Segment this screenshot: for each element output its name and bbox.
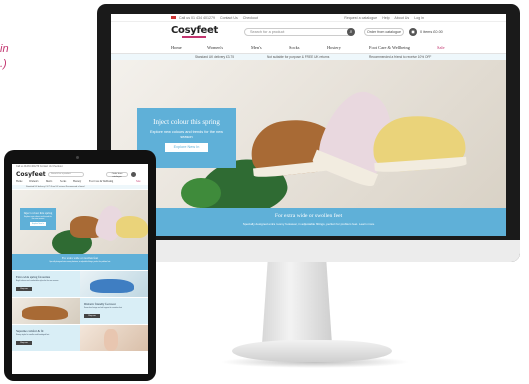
hero-cta-button[interactable]: Explore New In bbox=[165, 143, 208, 152]
hero-title: Inject colour this spring bbox=[153, 118, 220, 126]
promo-refer[interactable]: Recommended a friend to receive 10% OFF bbox=[369, 55, 431, 59]
card-text-block: Diabetic friendly footwear Seam-free lin… bbox=[80, 298, 148, 324]
card-shop-button[interactable]: Shop now bbox=[16, 341, 32, 345]
tablet-card-1[interactable]: Extra wide spring favourites Bright colo… bbox=[12, 271, 148, 297]
tablet-order-button[interactable]: Order from catalogue bbox=[106, 172, 128, 178]
side-caption: in .) bbox=[0, 43, 9, 70]
tablet-nav-socks[interactable]: Socks bbox=[60, 180, 66, 183]
help-link[interactable]: Help bbox=[382, 16, 389, 20]
monitor-stand bbox=[262, 262, 332, 344]
logo-underline bbox=[182, 36, 206, 38]
tablet-promo-bar: Standard UK delivery £3.75 Free UK retur… bbox=[12, 185, 148, 189]
nav-womens[interactable]: Women's bbox=[207, 45, 223, 50]
utility-bar: Call us 01 434 401279 Contact Us Checkou… bbox=[111, 14, 506, 22]
foot-image bbox=[104, 329, 118, 351]
tablet-card-3[interactable]: Supreme comfort & fit Roomy styles for s… bbox=[12, 325, 148, 351]
basket-icon[interactable]: ◼ bbox=[409, 28, 417, 36]
checkout-link[interactable]: Checkout bbox=[243, 16, 258, 20]
nav-footcare[interactable]: Foot Care & Wellbeing bbox=[369, 45, 410, 50]
tablet-hero-title: Inject colour this spring bbox=[23, 211, 53, 215]
card-text: Roomy styles for swollen and bandaged fe… bbox=[16, 334, 50, 336]
login-link[interactable]: Log in bbox=[414, 16, 424, 20]
card-text-block: Extra wide spring favourites Bright colo… bbox=[12, 271, 80, 297]
utility-right: Request a catalogue Help About Us Log in bbox=[344, 16, 428, 20]
camera-icon bbox=[76, 156, 79, 159]
yellow-shoe-image bbox=[116, 216, 148, 238]
catalogue-link[interactable]: Request a catalogue bbox=[344, 16, 377, 20]
card-shop-button[interactable]: Shop now bbox=[16, 287, 32, 291]
tablet-nav-womens[interactable]: Women's bbox=[29, 180, 38, 183]
tablet-basket-icon[interactable] bbox=[131, 172, 136, 177]
card-image bbox=[80, 325, 148, 351]
monitor-screen: Call us 01 434 401279 Contact Us Checkou… bbox=[111, 14, 506, 236]
card-title: Supreme comfort & fit bbox=[16, 329, 44, 333]
tablet-hero-cta[interactable]: Explore New In bbox=[30, 222, 46, 226]
tablet-hero-panel: Inject colour this spring Explore new co… bbox=[20, 208, 56, 230]
tablet-search-input[interactable]: Search for a product bbox=[48, 172, 84, 177]
wide-feet-band: For extra wide or swollen feet Specially… bbox=[111, 208, 506, 236]
nav-socks[interactable]: Socks bbox=[289, 45, 300, 50]
card-title: Extra wide spring favourites bbox=[16, 275, 51, 279]
search-icon[interactable]: ⌕ bbox=[347, 28, 355, 36]
tablet-utility-bar: Call us 01434 401279 Contact Us Checkout bbox=[12, 164, 148, 169]
desktop-monitor: Call us 01 434 401279 Contact Us Checkou… bbox=[97, 4, 520, 262]
main-nav: Home Women's Men's Socks Hosiery Foot Ca… bbox=[111, 44, 506, 53]
tablet-nav-sale[interactable]: Sale bbox=[136, 180, 140, 183]
tablet-band-text: Specially designed extra roomy footwear,… bbox=[49, 262, 111, 263]
promo-delivery[interactable]: Standard UK delivery £3.75 bbox=[195, 55, 234, 59]
uk-flag-icon bbox=[171, 16, 176, 20]
band-title: For extra wide or swollen feet bbox=[274, 213, 343, 219]
promo-returns[interactable]: Not suitable for purpose & FREE UK retur… bbox=[267, 55, 329, 59]
card-text: Bright colours and comfortable styles fo… bbox=[16, 280, 59, 282]
tablet-device: Call us 01434 401279 Contact Us Checkout… bbox=[4, 150, 156, 381]
cosyfeet-logo[interactable]: Cosyfeet bbox=[171, 25, 218, 36]
leaf-image bbox=[181, 178, 221, 208]
card-title: Diabetic friendly footwear bbox=[84, 302, 116, 306]
nav-sale[interactable]: Sale bbox=[437, 45, 445, 50]
site-header: Cosyfeet Search for a product ⌕ Order fr… bbox=[111, 22, 506, 44]
card-image bbox=[80, 271, 148, 297]
monitor-base bbox=[232, 340, 392, 362]
search-input[interactable]: Search for a product bbox=[244, 28, 352, 36]
tablet-util-text: Call us 01434 401279 Contact Us Checkout bbox=[16, 165, 63, 168]
hero-subtitle: Explore new colours and trends for the n… bbox=[149, 130, 224, 139]
phone-number: Call us 01 434 401279 bbox=[179, 15, 215, 20]
nav-home[interactable]: Home bbox=[171, 45, 182, 50]
monitor-chin bbox=[97, 240, 520, 262]
nav-hosiery[interactable]: Hosiery bbox=[327, 45, 341, 50]
contact-link[interactable]: Contact Us bbox=[220, 16, 238, 20]
card-shop-button[interactable]: Shop now bbox=[84, 314, 100, 318]
nav-mens[interactable]: Men's bbox=[251, 45, 262, 50]
card-text: Seam-free linings and soft uppers for se… bbox=[84, 307, 122, 309]
hero-banner[interactable]: Inject colour this spring Explore new co… bbox=[111, 60, 506, 208]
card-image bbox=[12, 298, 80, 324]
tablet-hero[interactable]: Inject colour this spring Explore new co… bbox=[12, 190, 148, 254]
tablet-nav-mens[interactable]: Men's bbox=[46, 180, 52, 183]
tablet-hero-subtitle: Explore new colours and trends for the n… bbox=[24, 216, 52, 221]
tablet-wide-feet-band: For extra wide or swollen feet Specially… bbox=[12, 254, 148, 270]
about-link[interactable]: About Us bbox=[394, 16, 409, 20]
tablet-nav-home[interactable]: Home bbox=[16, 180, 22, 183]
brown-shoe-image bbox=[22, 306, 68, 320]
card-text-block: Supreme comfort & fit Roomy styles for s… bbox=[12, 325, 80, 351]
basket-summary[interactable]: 0 items £0.00 bbox=[420, 30, 443, 34]
tablet-logo[interactable]: Cosyfeet bbox=[16, 171, 46, 178]
tablet-screen: Call us 01434 401279 Contact Us Checkout… bbox=[12, 164, 148, 374]
tablet-card-2[interactable]: Diabetic friendly footwear Seam-free lin… bbox=[12, 298, 148, 324]
order-catalogue-button[interactable]: Order from catalogue bbox=[364, 28, 404, 36]
tablet-band-title: For extra wide or swollen feet bbox=[61, 256, 99, 260]
band-text[interactable]: Specially designed extra roomy footwear,… bbox=[151, 222, 466, 226]
blue-shoe-image bbox=[90, 279, 134, 293]
tablet-nav-footcare[interactable]: Foot Care & Wellbeing bbox=[89, 180, 113, 183]
tablet-promo-text[interactable]: Standard UK delivery £3.75 Free UK retur… bbox=[26, 186, 84, 188]
tablet-nav-hosiery[interactable]: Hosiery bbox=[73, 180, 81, 183]
utility-left: Call us 01 434 401279 Contact Us Checkou… bbox=[171, 16, 262, 20]
